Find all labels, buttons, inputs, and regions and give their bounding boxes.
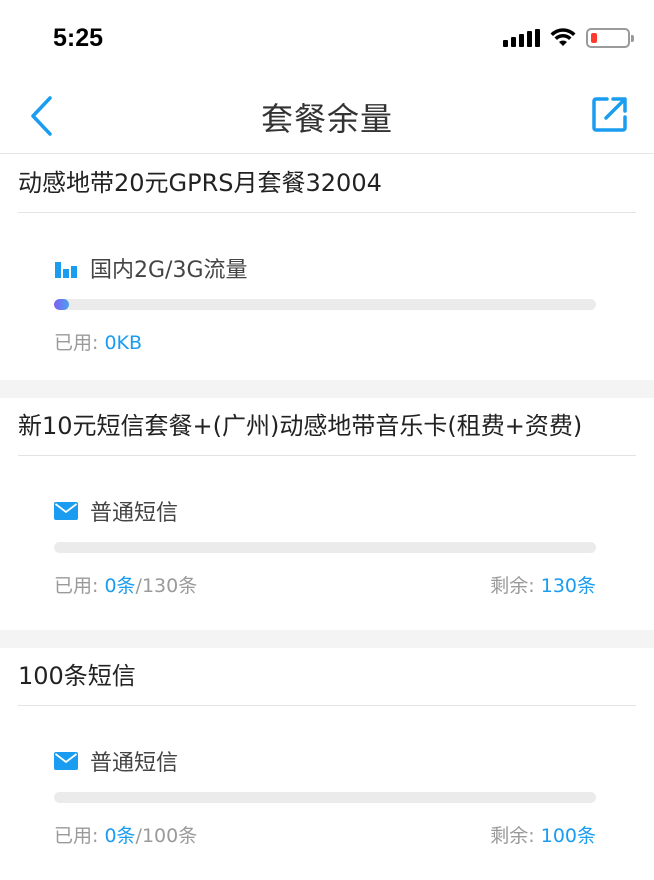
status-icons [503, 26, 634, 50]
package-card: 动感地带20元GPRS月套餐32004 国内2G/3G流量 已用: 0KB [0, 155, 654, 380]
usage-item: 普通短信 已用: 0条/130条 剩余: 130条 [0, 456, 654, 599]
usage-progress-bar [54, 542, 596, 553]
used-amount: 已用: 0KB [54, 332, 143, 354]
used-amount: 已用: 0条/100条 [54, 825, 198, 847]
used-amount: 已用: 0条/130条 [54, 575, 198, 597]
share-button[interactable] [590, 94, 630, 134]
usage-item: 国内2G/3G流量 已用: 0KB [0, 213, 654, 356]
battery-icon [586, 28, 634, 48]
package-list: 动感地带20元GPRS月套餐32004 国内2G/3G流量 已用: 0KB 新1… [0, 155, 654, 880]
usage-name: 普通短信 [90, 751, 179, 776]
page-title: 套餐余量 [260, 100, 393, 138]
nav-bar: 套餐余量 [0, 78, 654, 154]
usage-progress-bar [54, 792, 596, 803]
usage-item: 普通短信 已用: 0条/100条 剩余: 100条 [0, 706, 654, 849]
package-title: 动感地带20元GPRS月套餐32004 [18, 155, 636, 213]
usage-name: 普通短信 [90, 501, 179, 526]
wifi-icon [550, 28, 576, 46]
remaining-amount: 剩余: 100条 [490, 825, 596, 847]
status-bar: 5:25 [0, 0, 654, 78]
envelope-icon [54, 499, 78, 523]
package-card: 100条短信 普通短信 已用: 0条/100条 剩余: 100条 [0, 648, 654, 880]
remaining-amount: 剩余: 130条 [490, 575, 596, 597]
usage-progress-fill [54, 299, 70, 310]
bar-chart-icon [54, 256, 78, 280]
usage-name: 国内2G/3G流量 [90, 258, 248, 283]
package-title: 100条短信 [18, 648, 636, 706]
section-divider [0, 630, 654, 648]
cellular-signal-icon [503, 29, 540, 47]
share-icon [592, 97, 627, 132]
package-card: 新10元短信套餐+(广州)动感地带音乐卡(租费+资费) 普通短信 已用: 0条/… [0, 398, 654, 630]
section-divider [0, 380, 654, 398]
usage-progress-bar [54, 299, 596, 310]
package-title: 新10元短信套餐+(广州)动感地带音乐卡(租费+资费) [18, 398, 636, 456]
envelope-icon [54, 749, 78, 773]
status-time: 5:25 [53, 24, 104, 52]
